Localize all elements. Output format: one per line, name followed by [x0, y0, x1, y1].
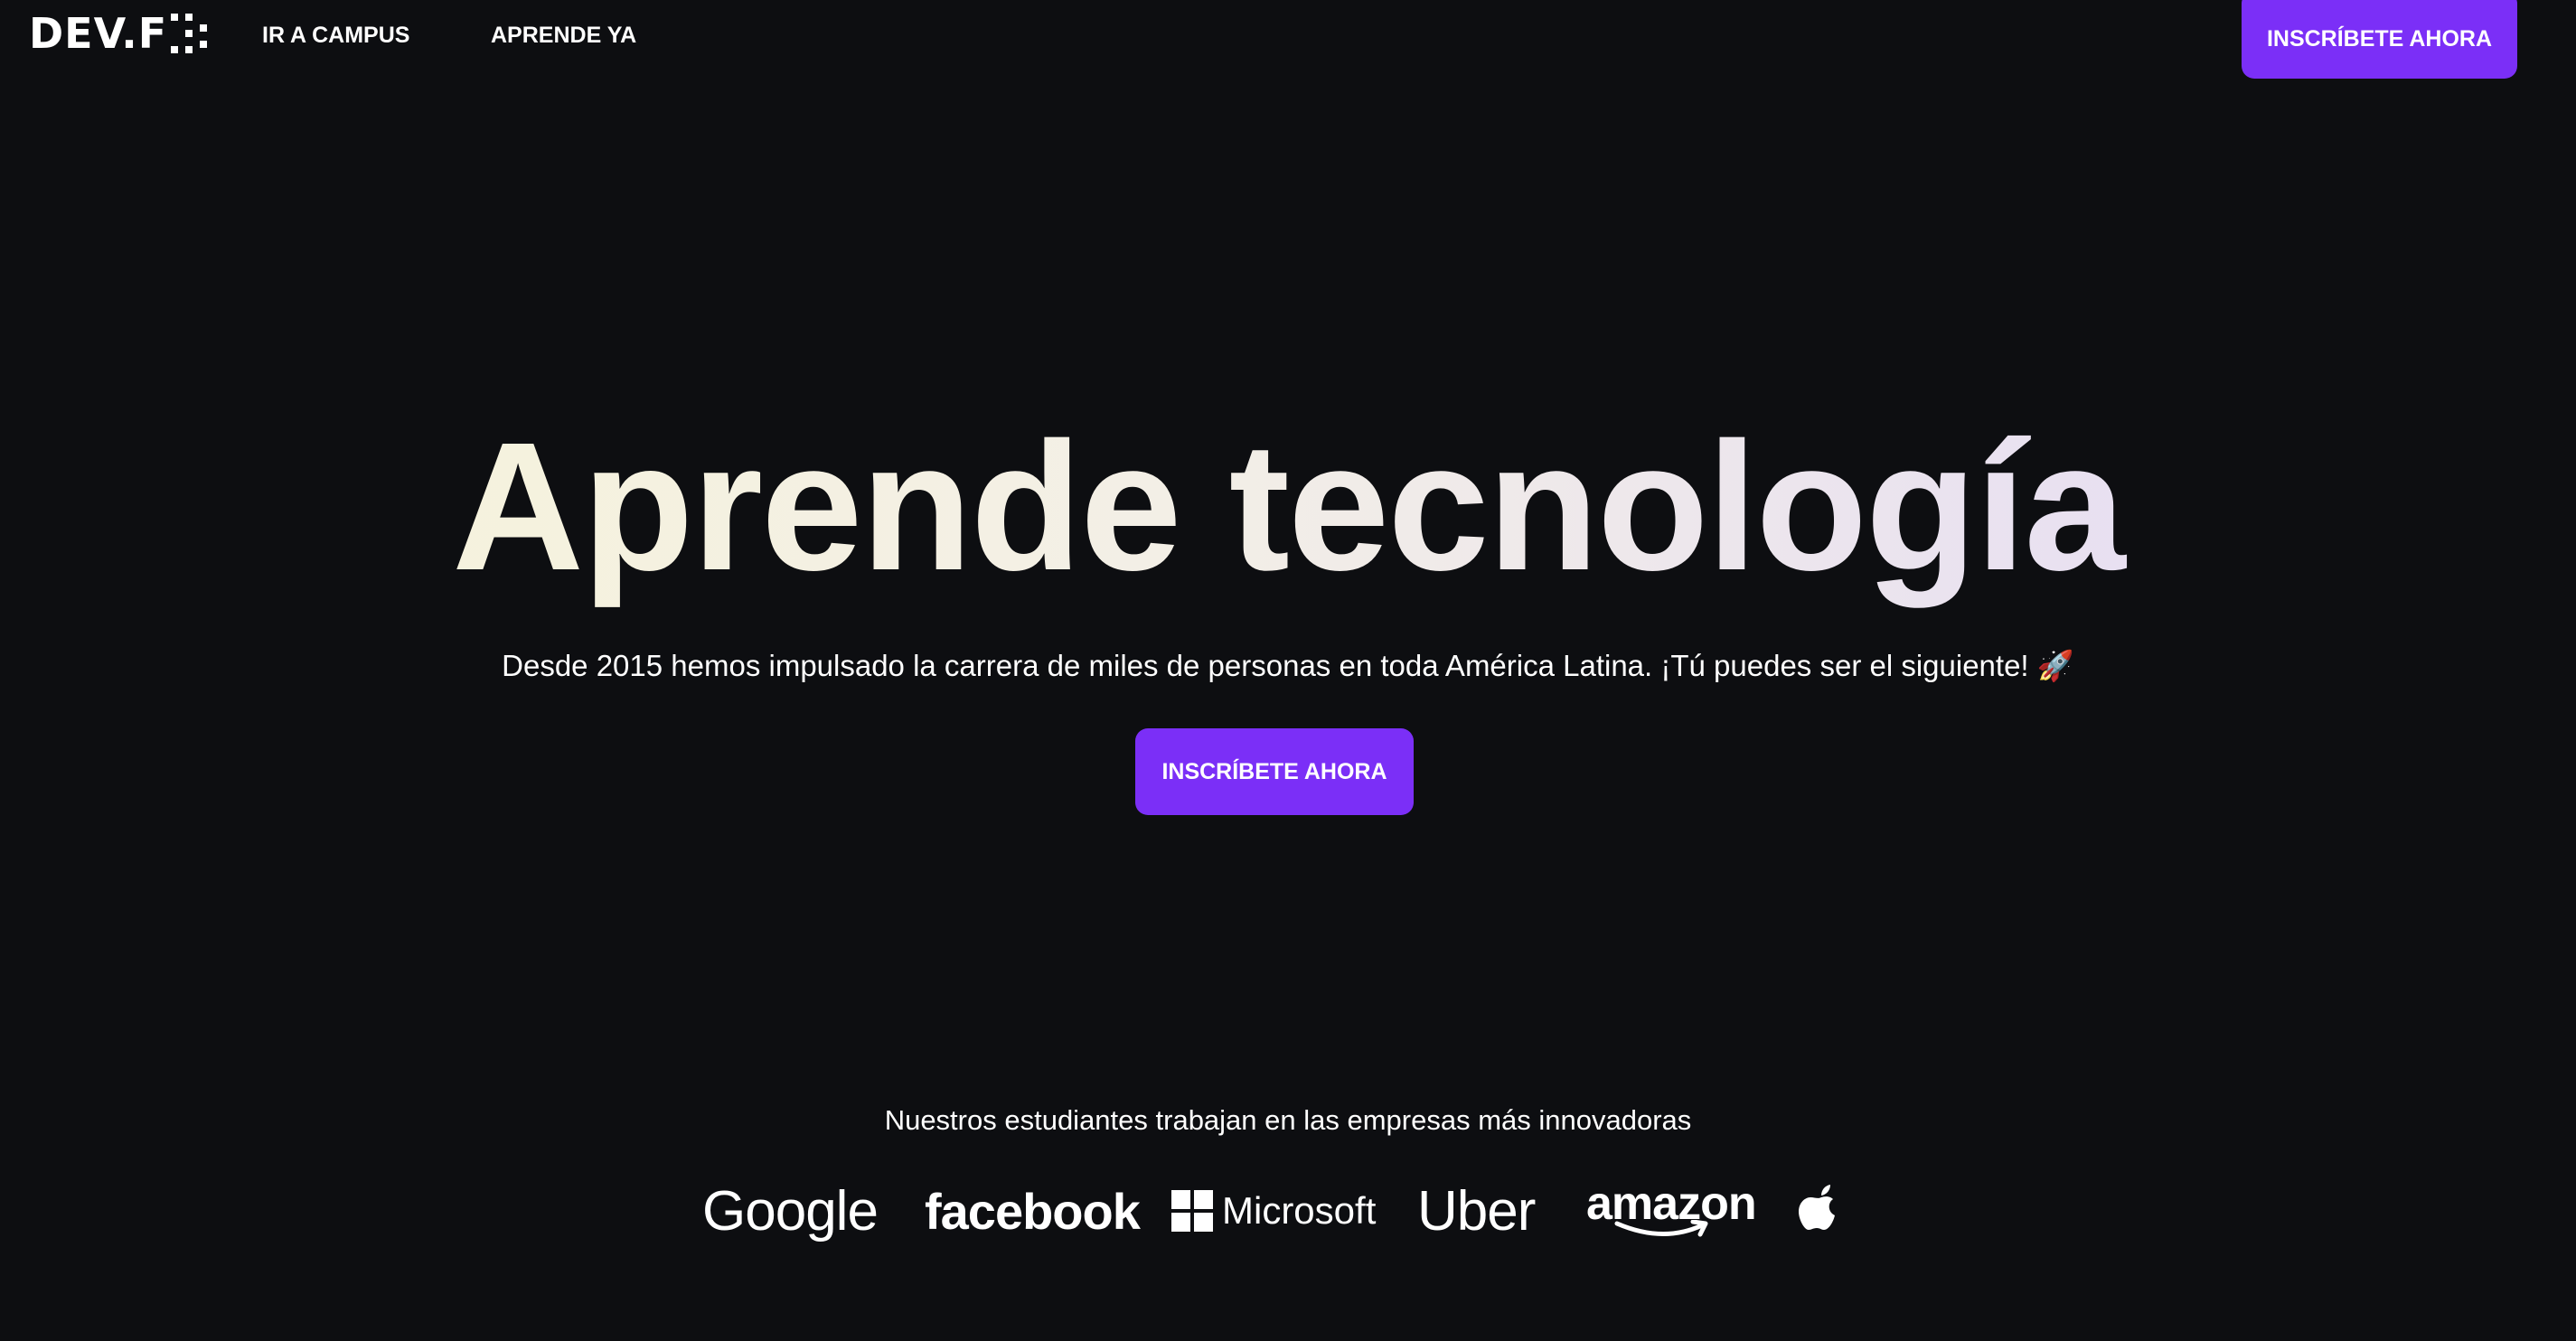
nav-ir-a-campus[interactable]: IR A CAMPUS [262, 22, 409, 49]
microsoft-wordmark: Microsoft [1222, 1189, 1377, 1232]
landing-page: DEV.F IR A CAMPUS APRENDE YA INSCRÍBETE … [0, 0, 2576, 1341]
google-wordmark: Google [702, 1179, 879, 1243]
nav-aprende-ya[interactable]: APRENDE YA [491, 22, 636, 49]
header-signup-button[interactable]: INSCRÍBETE AHORA [2242, 0, 2517, 79]
microsoft-logo: Microsoft [1171, 1175, 1376, 1247]
company-logos: Google facebook Microsoft Uber amazon [0, 1175, 2576, 1247]
amazon-smile-icon [1614, 1220, 1708, 1237]
hero-title: Aprende tecnología [0, 402, 2576, 610]
companies-title: Nuestros estudiantes trabajan en las emp… [884, 1104, 1692, 1136]
amazon-wordmark: amazon [1586, 1177, 1757, 1230]
logo-pixel-mark-icon [171, 14, 208, 53]
top-header: DEV.F IR A CAMPUS APRENDE YA INSCRÍBETE … [0, 0, 2576, 81]
facebook-wordmark: facebook [925, 1182, 1141, 1240]
logo-wordmark: DEV.F [29, 9, 168, 58]
hero-signup-button[interactable]: INSCRÍBETE AHORA [1135, 728, 1414, 815]
facebook-logo: facebook [925, 1175, 1141, 1247]
devf-logo[interactable]: DEV.F [29, 9, 208, 58]
apple-logo [1799, 1175, 1847, 1247]
hero-subtitle: Desde 2015 hemos impulsado la carrera de… [502, 649, 2074, 682]
microsoft-grid-icon [1171, 1190, 1213, 1232]
apple-icon [1799, 1185, 1835, 1230]
amazon-logo: amazon [1586, 1175, 1757, 1247]
uber-wordmark: Uber [1417, 1179, 1536, 1243]
uber-logo: Uber [1417, 1175, 1536, 1247]
google-logo: Google [702, 1175, 879, 1247]
